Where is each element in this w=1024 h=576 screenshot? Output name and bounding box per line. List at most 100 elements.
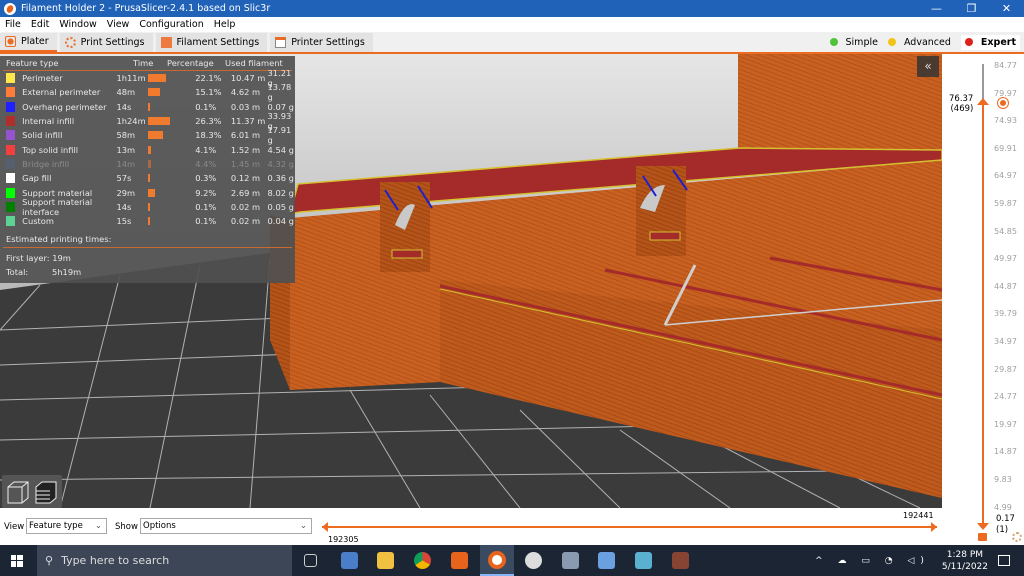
- app-icon[interactable]: [672, 552, 689, 569]
- show-options-select[interactable]: Options ⌄: [140, 518, 312, 534]
- tab-printer-settings[interactable]: Printer Settings: [270, 32, 373, 52]
- percentage-bar: [147, 131, 196, 140]
- first-layer-time: 19m: [52, 253, 71, 264]
- windows-start-icon[interactable]: [11, 555, 23, 567]
- app-icon[interactable]: [635, 552, 652, 569]
- menu-edit[interactable]: Edit: [31, 19, 49, 30]
- mode-expert[interactable]: Expert: [960, 34, 1020, 50]
- app-icon[interactable]: [341, 552, 358, 569]
- close-button[interactable]: ✕: [989, 0, 1024, 17]
- feature-weight: 0.36 g: [267, 173, 294, 184]
- legend-row-top-solid-infill[interactable]: Top solid infill 13m 4.1% 1.52 m 4.54 g: [0, 142, 295, 156]
- feature-weight: 0.04 g: [267, 216, 294, 227]
- feature-weight: 4.32 g: [267, 158, 294, 169]
- upper-layer: (469): [950, 104, 974, 114]
- horizontal-slider[interactable]: [322, 522, 937, 532]
- slider-tick-label: 4.99: [994, 502, 1012, 512]
- feature-time: 14s: [116, 101, 132, 112]
- legend-row-support-material-interface[interactable]: Support material interface 14s 0.1% 0.02…: [0, 197, 295, 217]
- header-time: Time: [133, 58, 154, 68]
- legend-row-overhang-perimeter[interactable]: Overhang perimeter 14s 0.1% 0.03 m 0.07 …: [0, 100, 295, 114]
- view-type-value: Feature type: [29, 521, 83, 531]
- mode-simple[interactable]: Simple: [829, 36, 878, 48]
- tab-filament-settings[interactable]: Filament Settings: [155, 32, 268, 52]
- view-type-select[interactable]: Feature type ⌄: [26, 518, 107, 534]
- prusaslicer-taskbar-icon[interactable]: [480, 545, 514, 576]
- menu-file[interactable]: File: [5, 19, 21, 30]
- lower-thumb[interactable]: [977, 523, 989, 530]
- menu-help[interactable]: Help: [214, 19, 236, 30]
- fusion-icon[interactable]: [451, 552, 468, 569]
- menu-bar: File Edit Window View Configuration Help: [0, 17, 1024, 32]
- app-icon[interactable]: [598, 552, 615, 569]
- legend-row-external-perimeter[interactable]: External perimeter 48m 15.1% 4.62 m 13.7…: [0, 82, 295, 102]
- color-swatch: [6, 101, 16, 112]
- menu-view[interactable]: View: [107, 19, 130, 30]
- feature-name: Overhang perimeter: [22, 101, 107, 112]
- search-icon: ⚲: [45, 554, 54, 567]
- feature-percentage: 9.2%: [195, 187, 217, 198]
- calculator-icon[interactable]: [562, 552, 579, 569]
- feature-name: Solid infill: [22, 130, 63, 141]
- clock-date[interactable]: 5/11/2022: [942, 561, 988, 573]
- lock-icon[interactable]: [978, 533, 987, 541]
- h-lower-value: 192305: [328, 535, 359, 544]
- menu-configuration[interactable]: Configuration: [139, 19, 203, 30]
- mode-label: Simple: [845, 36, 878, 48]
- legend-header: Feature type Time Percentage Used filame…: [3, 56, 292, 71]
- feature-percentage: 0.3%: [195, 173, 217, 184]
- file-explorer-icon[interactable]: [377, 552, 394, 569]
- feature-percentage: 0.1%: [195, 101, 217, 112]
- feature-percentage: 0.1%: [195, 216, 217, 227]
- percentage-bar-fill: [147, 74, 167, 83]
- chrome-icon[interactable]: [414, 552, 431, 569]
- percentage-bar-fill: [147, 188, 156, 197]
- percentage-bar-fill: [147, 88, 161, 97]
- legend-row-bridge-infill[interactable]: Bridge infill 14m 4.4% 1.45 m 4.32 g: [0, 157, 295, 171]
- feature-length: 10.47 m: [230, 73, 266, 84]
- percentage-bar-fill: [147, 131, 163, 140]
- tab-print-settings[interactable]: Print Settings: [59, 32, 153, 52]
- app-icon[interactable]: [525, 552, 542, 569]
- cube-icons: [7, 481, 57, 504]
- color-swatch: [6, 87, 16, 98]
- legend-row-perimeter[interactable]: Perimeter 1h11m 22.1% 10.47 m 31.21 g: [0, 68, 295, 88]
- legend-row-internal-infill[interactable]: Internal infill 1h24m 26.3% 11.37 m 33.9…: [0, 111, 295, 131]
- header-used-filament: Used filament: [225, 58, 283, 68]
- feature-time: 15s: [116, 216, 132, 227]
- taskbar-search[interactable]: ⚲ Type here to search: [37, 545, 292, 576]
- task-view-icon[interactable]: [304, 554, 317, 567]
- slider-tick-label: 9.83: [994, 475, 1012, 484]
- legend-row-gap-fill[interactable]: Gap fill 57s 0.3% 0.12 m 0.36 g: [0, 171, 295, 185]
- tab-plater[interactable]: Plater: [0, 32, 57, 52]
- left-thumb[interactable]: [322, 522, 328, 532]
- maximize-button[interactable]: ❐: [954, 0, 989, 17]
- cog-icon[interactable]: [1012, 532, 1022, 542]
- feature-length: 0.03 m: [230, 101, 261, 112]
- feature-weight: 17.91 g: [267, 125, 292, 146]
- feature-length: 2.69 m: [230, 187, 261, 198]
- right-thumb[interactable]: [931, 522, 937, 532]
- double-chevron-icon: «: [924, 59, 932, 73]
- mode-advanced[interactable]: Advanced: [887, 37, 951, 48]
- feature-time: 13m: [116, 144, 136, 155]
- collapse-sidebar-button[interactable]: «: [917, 56, 939, 77]
- color-swatch: [6, 173, 16, 184]
- color-swatch: [6, 73, 16, 84]
- color-swatch: [6, 187, 16, 198]
- minimize-button[interactable]: —: [919, 0, 954, 17]
- clock-time[interactable]: 1:28 PM: [942, 549, 988, 561]
- percentage-bar: [147, 217, 196, 226]
- legend-row-solid-infill[interactable]: Solid infill 58m 18.3% 6.01 m 17.91 g: [0, 125, 295, 146]
- layer-slider[interactable]: 76.37 (469) 84.77 79.97 74.93 69.91 64.97 59.…: [942, 54, 1024, 545]
- upper-thumb-marker-icon[interactable]: [998, 98, 1008, 108]
- legend-row-custom[interactable]: Custom 15s 0.1% 0.02 m 0.04 g: [0, 214, 295, 228]
- simple-dot-icon: [829, 38, 838, 46]
- tray-icons[interactable]: ^ ☁ ▭ ◔ ◁): [815, 556, 930, 566]
- lower-value: 0.17: [996, 514, 1015, 524]
- color-swatch: [6, 144, 16, 155]
- menu-window[interactable]: Window: [59, 19, 96, 30]
- system-tray: ^ ☁ ▭ ◔ ◁) 1:28 PM 5/11/2022: [815, 545, 1024, 576]
- notification-icon[interactable]: [998, 555, 1010, 566]
- upper-thumb[interactable]: [977, 98, 989, 105]
